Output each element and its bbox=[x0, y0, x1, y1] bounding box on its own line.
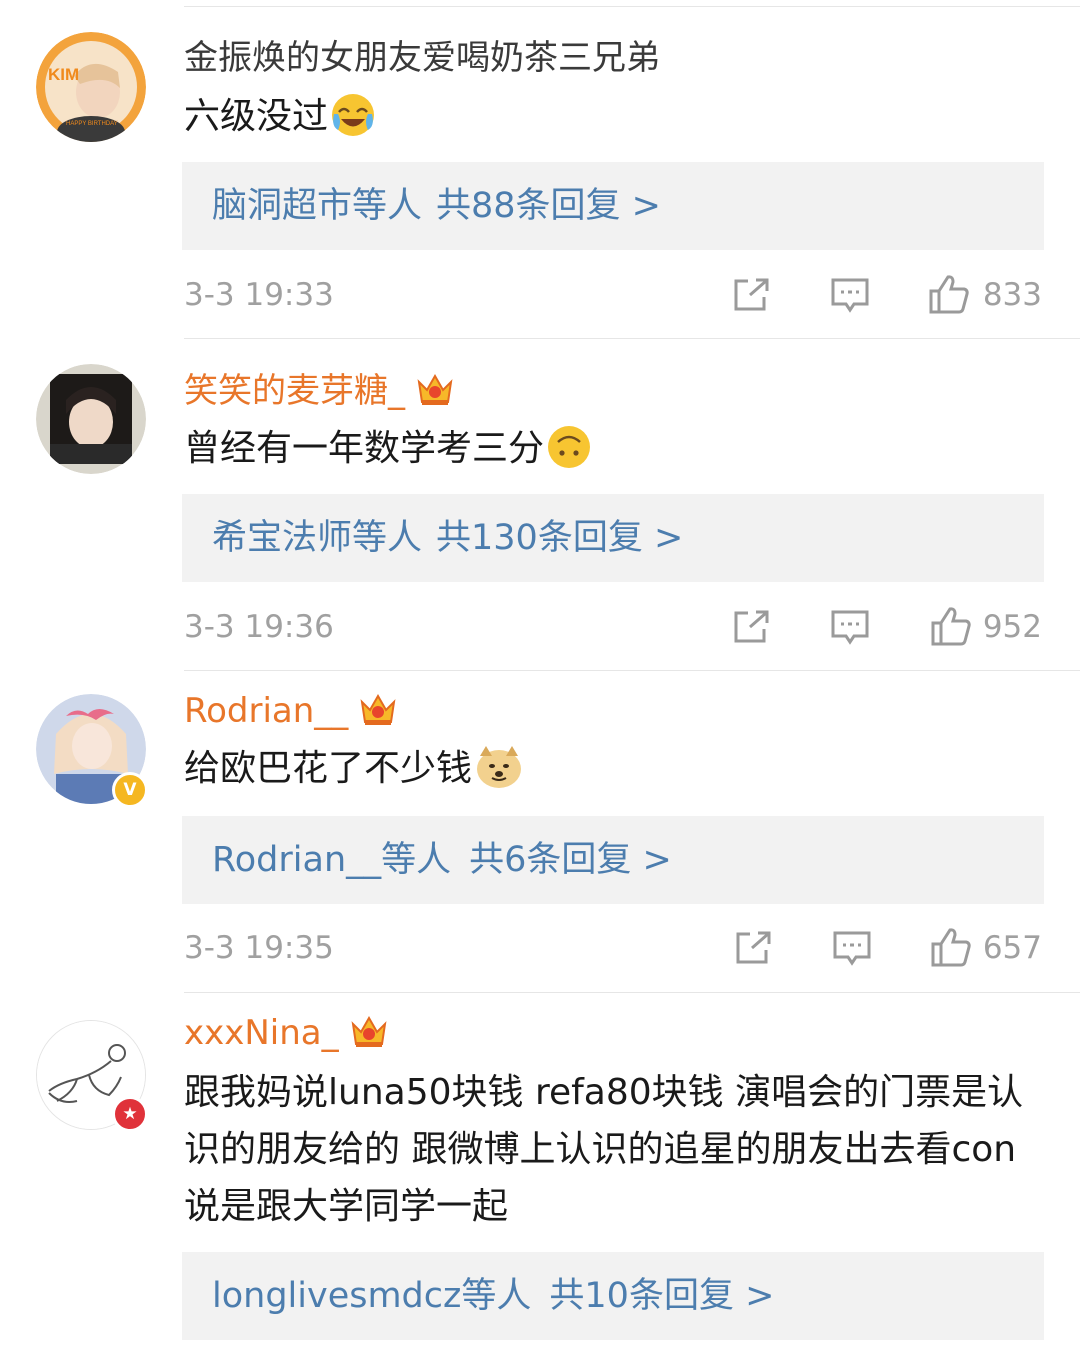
like-count: 952 bbox=[982, 609, 1042, 645]
vip-crown-icon bbox=[349, 1012, 389, 1059]
reply-count[interactable]: 共10条回复 > bbox=[549, 1276, 774, 1316]
avatar-kim-text: KIM bbox=[48, 65, 79, 84]
like-count: 657 bbox=[982, 930, 1042, 966]
share-icon[interactable] bbox=[734, 930, 772, 970]
username-text[interactable]: 金振焕的女朋友爱喝奶茶三兄弟 bbox=[184, 38, 660, 78]
avatar-caption-text: HAPPY BIRTHDAY bbox=[66, 121, 118, 127]
comment-meta: 3-3 19:35 657 bbox=[184, 923, 1042, 973]
username[interactable]: Rodrian__ bbox=[184, 690, 398, 737]
username[interactable]: xxxNina_ bbox=[184, 1012, 389, 1059]
verified-badge-icon: V bbox=[112, 772, 148, 808]
timestamp: 3-3 19:33 bbox=[184, 277, 334, 313]
timestamp: 3-3 19:36 bbox=[184, 609, 334, 645]
share-icon[interactable] bbox=[732, 609, 770, 649]
timestamp: 3-3 19:35 bbox=[184, 930, 334, 966]
like-icon[interactable] bbox=[928, 273, 970, 319]
comment-icon[interactable] bbox=[830, 609, 870, 651]
reply-users[interactable]: Rodrian__等人 bbox=[212, 840, 451, 880]
username-text[interactable]: 笑笑的麦芽糖_ bbox=[184, 371, 405, 411]
comment-text: 曾经有一年数学考三分 bbox=[184, 420, 1050, 487]
comment-meta: 3-3 19:33 833 bbox=[184, 270, 1042, 320]
comment-text-content: 六级没过 bbox=[184, 96, 329, 137]
comment-icon[interactable] bbox=[832, 930, 872, 972]
divider bbox=[184, 992, 1080, 993]
upside-down-face-emoji-icon bbox=[546, 424, 592, 487]
replies-box[interactable]: 脑洞超市等人 共88条回复 > bbox=[182, 162, 1044, 250]
divider bbox=[184, 338, 1080, 339]
comment-text: 跟我妈说luna50块钱 refa80块钱 演唱会的门票是认识的朋友给的 跟微博… bbox=[184, 1064, 1046, 1235]
comment-meta: 3-3 19:36 952 bbox=[184, 602, 1042, 652]
vip-crown-icon bbox=[415, 370, 455, 417]
replies-box[interactable]: longlivesmdcz等人 共10条回复 > bbox=[182, 1252, 1044, 1340]
reply-count[interactable]: 共88条回复 > bbox=[436, 186, 661, 226]
reply-count[interactable]: 共130条回复 > bbox=[436, 518, 683, 558]
share-icon[interactable] bbox=[732, 277, 770, 317]
username-text[interactable]: Rodrian__ bbox=[184, 691, 348, 731]
comment-text: 给欧巴花了不少钱 bbox=[184, 740, 1050, 807]
comment-icon[interactable] bbox=[830, 277, 870, 319]
username-text[interactable]: xxxNina_ bbox=[184, 1013, 339, 1053]
comment-text-content: 曾经有一年数学考三分 bbox=[184, 428, 545, 469]
username[interactable]: 金振焕的女朋友爱喝奶茶三兄弟 bbox=[184, 38, 660, 78]
like-icon[interactable] bbox=[930, 926, 972, 972]
vip-crown-icon bbox=[358, 690, 398, 737]
username[interactable]: 笑笑的麦芽糖_ bbox=[184, 370, 455, 417]
reply-users[interactable]: longlivesmdcz等人 bbox=[212, 1276, 531, 1316]
laughing-crying-emoji-icon bbox=[330, 92, 376, 155]
comment-text-content: 给欧巴花了不少钱 bbox=[184, 748, 473, 789]
reply-users[interactable]: 脑洞超市等人 bbox=[212, 186, 422, 226]
like-icon[interactable] bbox=[930, 605, 972, 651]
like-count: 833 bbox=[982, 277, 1042, 313]
doge-emoji-icon bbox=[474, 744, 524, 807]
top-divider bbox=[184, 6, 1080, 7]
avatar[interactable] bbox=[36, 364, 146, 474]
divider bbox=[184, 670, 1080, 671]
replies-box[interactable]: 希宝法师等人 共130条回复 > bbox=[182, 494, 1044, 582]
reply-users[interactable]: 希宝法师等人 bbox=[212, 518, 422, 558]
comment-text: 六级没过 bbox=[184, 88, 1050, 155]
comment-text-content: 跟我妈说luna50块钱 refa80块钱 演唱会的门票是认识的朋友给的 跟微博… bbox=[184, 1072, 1024, 1227]
replies-box[interactable]: Rodrian__等人 共6条回复 > bbox=[182, 816, 1044, 904]
star-badge-icon: ★ bbox=[112, 1096, 148, 1132]
avatar[interactable]: KIM HAPPY BIRTHDAY bbox=[36, 32, 146, 142]
reply-count[interactable]: 共6条回复 > bbox=[469, 840, 672, 880]
